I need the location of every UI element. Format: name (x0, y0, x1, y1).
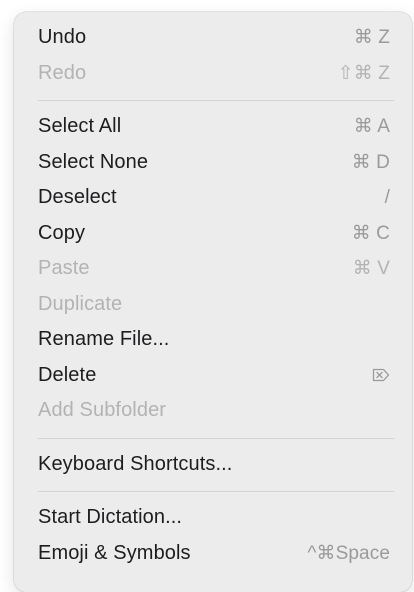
menu-item-label: Copy (38, 221, 86, 244)
menu-item-rename-file[interactable]: Rename File... (14, 322, 412, 358)
menu-item-paste[interactable]: Paste ⌘ V (14, 251, 412, 287)
menu-item-keyboard-shortcuts[interactable]: Keyboard Shortcuts... (14, 447, 412, 483)
menu-item-redo[interactable]: Redo ⇧⌘ Z (14, 56, 412, 92)
delete-forward-icon (372, 368, 390, 382)
menu-item-label: Start Dictation... (38, 506, 183, 529)
shortcut-undo: ⌘ Z (353, 27, 390, 49)
menu-item-delete[interactable]: Delete (14, 358, 412, 394)
menu-item-duplicate[interactable]: Duplicate (14, 287, 412, 323)
menu-item-label: Delete (38, 363, 97, 386)
menu-separator (38, 437, 394, 439)
menu-item-add-subfolder[interactable]: Add Subfolder (14, 393, 412, 429)
menu-item-select-all[interactable]: Select All ⌘ A (14, 109, 412, 145)
menu-item-label: Emoji & Symbols (38, 541, 191, 564)
shortcut-paste: ⌘ V (352, 258, 390, 280)
shortcut-emoji-symbols: ^⌘Space (307, 542, 390, 564)
menu-item-label: Deselect (38, 186, 117, 209)
menu-item-label: Undo (38, 26, 87, 49)
menu-item-copy[interactable]: Copy ⌘ C (14, 216, 412, 252)
menu-separator (38, 100, 394, 101)
shortcut-deselect: / (384, 186, 390, 208)
menu-item-label: Select All (38, 115, 122, 138)
menu-item-start-dictation[interactable]: Start Dictation... (14, 500, 412, 536)
menu-item-undo[interactable]: Undo ⌘ Z (14, 20, 412, 56)
shortcut-select-none: ⌘ D (351, 151, 390, 173)
menu-item-label: Paste (38, 257, 90, 280)
menu-item-label: Keyboard Shortcuts... (38, 452, 233, 475)
menu-item-deselect[interactable]: Deselect / (14, 180, 412, 216)
menu-item-emoji-symbols[interactable]: Emoji & Symbols ^⌘Space (14, 536, 412, 572)
menu-item-label: Select None (38, 150, 149, 173)
shortcut-redo: ⇧⌘ Z (337, 62, 390, 84)
menu-item-label: Add Subfolder (38, 399, 167, 422)
menu-separator (38, 491, 394, 492)
context-menu: Undo ⌘ Z Redo ⇧⌘ Z Select All ⌘ A Select… (14, 12, 412, 592)
menu-item-label: Rename File... (38, 328, 170, 351)
menu-item-label: Redo (38, 61, 87, 84)
menu-item-select-none[interactable]: Select None ⌘ D (14, 145, 412, 181)
shortcut-copy: ⌘ C (351, 222, 390, 244)
menu-item-label: Duplicate (38, 292, 123, 315)
shortcut-select-all: ⌘ A (353, 116, 390, 138)
